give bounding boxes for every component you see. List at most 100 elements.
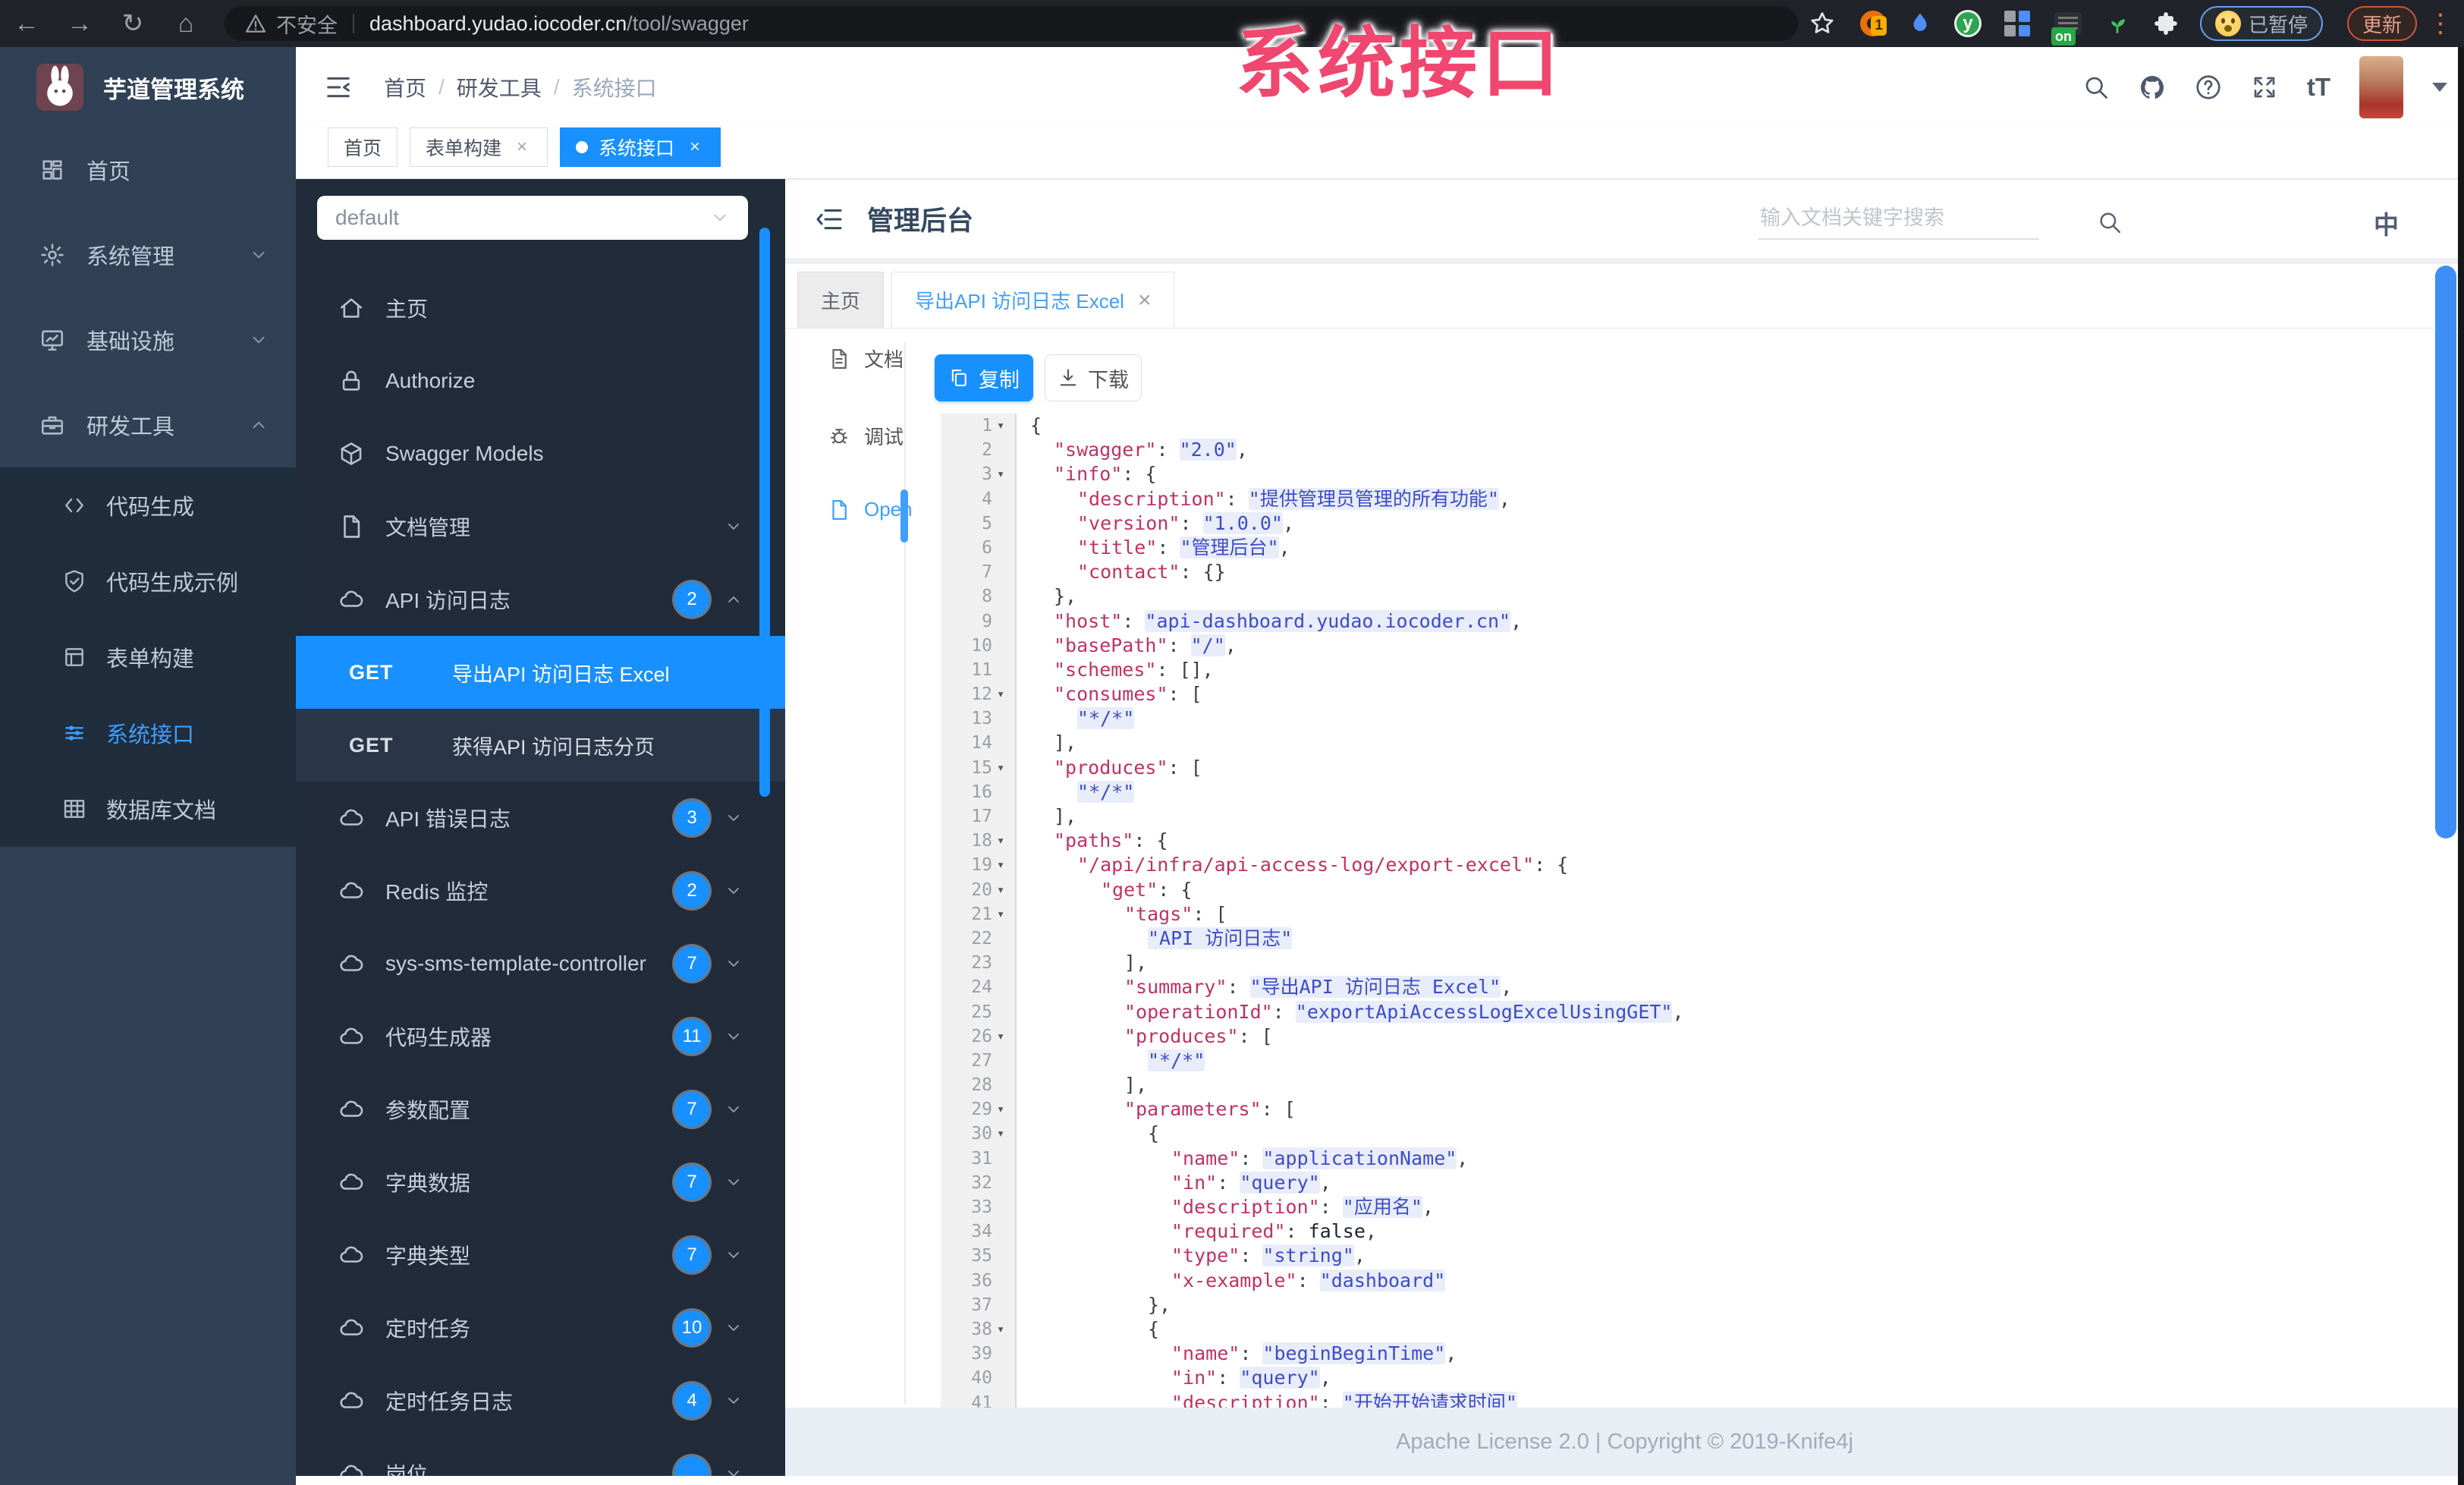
tab-表单构建[interactable]: 表单构建 × xyxy=(410,127,548,167)
bookmark-star[interactable] xyxy=(1809,6,1836,41)
line-number: 17 xyxy=(941,804,1017,829)
switch-icon: on xyxy=(2051,12,2082,46)
language-toggle[interactable]: 中 xyxy=(2374,205,2399,241)
extension-drop[interactable] xyxy=(1907,6,1933,41)
sidebar-item-系统接口[interactable]: 系统接口 xyxy=(0,695,296,771)
chevron-down-icon[interactable] xyxy=(2432,83,2447,92)
rail-item-Open[interactable]: Open xyxy=(828,498,913,521)
tags-bar: 首页 表单构建 × 系统接口 × xyxy=(296,127,2464,179)
close-icon[interactable]: × xyxy=(1138,288,1152,313)
active-dot xyxy=(576,141,589,153)
swagger-menu-参数配置[interactable]: 参数配置 7 xyxy=(296,1073,785,1146)
line-number: 35 xyxy=(941,1244,1017,1269)
swagger-menu-Authorize[interactable]: Authorize xyxy=(296,345,785,417)
profile-paused-chip[interactable]: 已暂停 xyxy=(2199,6,2323,41)
swagger-menu-sys-sms-template-controller[interactable]: sys-sms-template-controller 7 xyxy=(296,927,785,1000)
sidebar-item-研发工具[interactable]: 研发工具 xyxy=(0,382,296,467)
swagger-menu-代码生成器[interactable]: 代码生成器 11 xyxy=(296,1000,785,1073)
fold-caret-icon[interactable]: ▾ xyxy=(997,1122,1004,1146)
sidebar-item-首页[interactable]: 首页 xyxy=(0,127,296,212)
api-operation-导出API 访问日志 Excel[interactable]: GET 导出API 访问日志 Excel xyxy=(296,636,785,709)
tab-系统接口[interactable]: 系统接口 × xyxy=(560,127,721,167)
fold-caret-icon[interactable]: ▾ xyxy=(997,462,1004,486)
menu-fold-icon[interactable] xyxy=(814,204,844,234)
token: : xyxy=(1240,1147,1263,1169)
help-icon[interactable] xyxy=(2195,74,2222,101)
swagger-menu-字典类型[interactable]: 字典类型 7 xyxy=(296,1219,785,1292)
rail-scrollbar[interactable] xyxy=(900,489,908,543)
api-group-select[interactable]: default xyxy=(317,196,748,240)
browser-menu[interactable]: ⋮ xyxy=(2428,6,2453,41)
browser-home-icon[interactable]: ⌂ xyxy=(170,8,202,39)
swagger-menu-字典数据[interactable]: 字典数据 7 xyxy=(296,1146,785,1219)
extension-green[interactable]: y xyxy=(1954,6,1982,41)
sidebar-collapse-icon[interactable] xyxy=(323,72,354,102)
code-line: 20 ▾ "get": { xyxy=(941,877,2464,902)
doc-tab-导出API 访问日志 Excel[interactable]: 导出API 访问日志 Excel × xyxy=(891,272,1175,328)
fold-caret-icon[interactable]: ▾ xyxy=(997,829,1004,853)
fold-caret-icon[interactable]: ▾ xyxy=(997,414,1004,438)
browser-forward-icon[interactable]: → xyxy=(64,8,96,39)
menu-label: Authorize xyxy=(385,369,476,392)
sidebar-item-基础设施[interactable]: 基础设施 xyxy=(0,297,296,382)
browser-reload-icon[interactable]: ↻ xyxy=(117,8,149,39)
page-scrollbar[interactable] xyxy=(2435,266,2456,838)
extension-grid[interactable] xyxy=(2004,6,2030,41)
swagger-menu-API 访问日志[interactable]: API 访问日志 2 xyxy=(296,563,785,636)
copy-button[interactable]: 复制 xyxy=(935,354,1033,401)
sidebar-item-数据库文档[interactable]: 数据库文档 xyxy=(0,771,296,847)
fullscreen-icon[interactable] xyxy=(2251,74,2278,101)
code-line: 33 "description": "应用名", xyxy=(941,1195,2464,1220)
extensions-puzzle[interactable] xyxy=(2153,6,2179,41)
swagger-menu-定时任务[interactable]: 定时任务 10 xyxy=(296,1292,785,1364)
swagger-menu-Swagger Models[interactable]: Swagger Models xyxy=(296,417,785,490)
token: : xyxy=(1296,1269,1320,1292)
swagger-menu-定时任务日志[interactable]: 定时任务日志 4 xyxy=(296,1364,785,1437)
rail-item-文档[interactable]: 文档 xyxy=(828,345,904,373)
update-chip[interactable]: 更新 xyxy=(2346,6,2417,41)
cloud-icon xyxy=(338,1242,364,1268)
api-operation-获得API 访问日志分页[interactable]: GET 获得API 访问日志分页 xyxy=(296,709,785,782)
swagger-menu-API 错误日志[interactable]: API 错误日志 3 xyxy=(296,782,785,854)
fold-caret-icon[interactable]: ▾ xyxy=(997,682,1004,706)
swagger-menu-Redis 监控[interactable]: Redis 监控 2 xyxy=(296,854,785,927)
close-icon[interactable]: × xyxy=(512,137,532,158)
fold-caret-icon[interactable]: ▾ xyxy=(997,853,1004,877)
rail-item-调试[interactable]: 调试 xyxy=(828,422,904,450)
code-text: "consumes": [ xyxy=(1030,682,1202,706)
doc-search-input[interactable] xyxy=(1758,197,2039,240)
code-editor[interactable]: 1 ▾{2 "swagger": "2.0", 3 ▾ "info": {4 "descri… xyxy=(941,414,2464,1415)
doc-search-icon[interactable] xyxy=(2097,209,2123,235)
chevron-down-icon xyxy=(724,1392,743,1410)
extension-sprout[interactable] xyxy=(2104,6,2130,41)
breadcrumb-item[interactable]: 首页 xyxy=(384,72,426,102)
breadcrumb-item[interactable]: 研发工具 xyxy=(457,72,542,102)
tab-首页[interactable]: 首页 xyxy=(328,127,398,167)
extension-on[interactable]: on xyxy=(2051,6,2082,46)
fold-caret-icon[interactable]: ▾ xyxy=(997,1317,1004,1342)
sidebar-item-代码生成示例[interactable]: 代码生成示例 xyxy=(0,543,296,619)
sidebar-item-系统管理[interactable]: 系统管理 xyxy=(0,212,296,297)
download-button[interactable]: 下载 xyxy=(1045,354,1142,401)
avatar[interactable] xyxy=(2359,56,2403,118)
search-icon[interactable] xyxy=(2082,74,2110,101)
sidebar-scrollbar[interactable] xyxy=(759,228,770,797)
fold-caret-icon[interactable]: ▾ xyxy=(997,1024,1004,1049)
breadcrumb-separator: / xyxy=(438,75,445,99)
fold-caret-icon[interactable]: ▾ xyxy=(997,878,1004,902)
doc-tab-主页[interactable]: 主页 xyxy=(797,272,885,328)
sidebar-item-代码生成[interactable]: 代码生成 xyxy=(0,467,296,543)
sidebar-item-表单构建[interactable]: 表单构建 xyxy=(0,619,296,695)
font-size-icon[interactable]: tT xyxy=(2307,73,2330,102)
fold-caret-icon[interactable]: ▾ xyxy=(997,902,1004,927)
fold-caret-icon[interactable]: ▾ xyxy=(997,1097,1004,1122)
close-icon[interactable]: × xyxy=(685,137,705,158)
fold-caret-icon[interactable]: ▾ xyxy=(997,756,1004,780)
swagger-menu-文档管理[interactable]: 文档管理 xyxy=(296,490,785,563)
browser-back-icon[interactable]: ← xyxy=(11,8,42,39)
extension-colab[interactable]: 1 xyxy=(1860,6,1887,41)
swagger-menu-岗位[interactable]: 岗位 xyxy=(296,1437,785,1476)
swagger-menu-主页[interactable]: 主页 xyxy=(296,272,785,345)
code-line: 7 "contact": {} xyxy=(941,560,2464,585)
github-icon[interactable] xyxy=(2139,74,2166,101)
